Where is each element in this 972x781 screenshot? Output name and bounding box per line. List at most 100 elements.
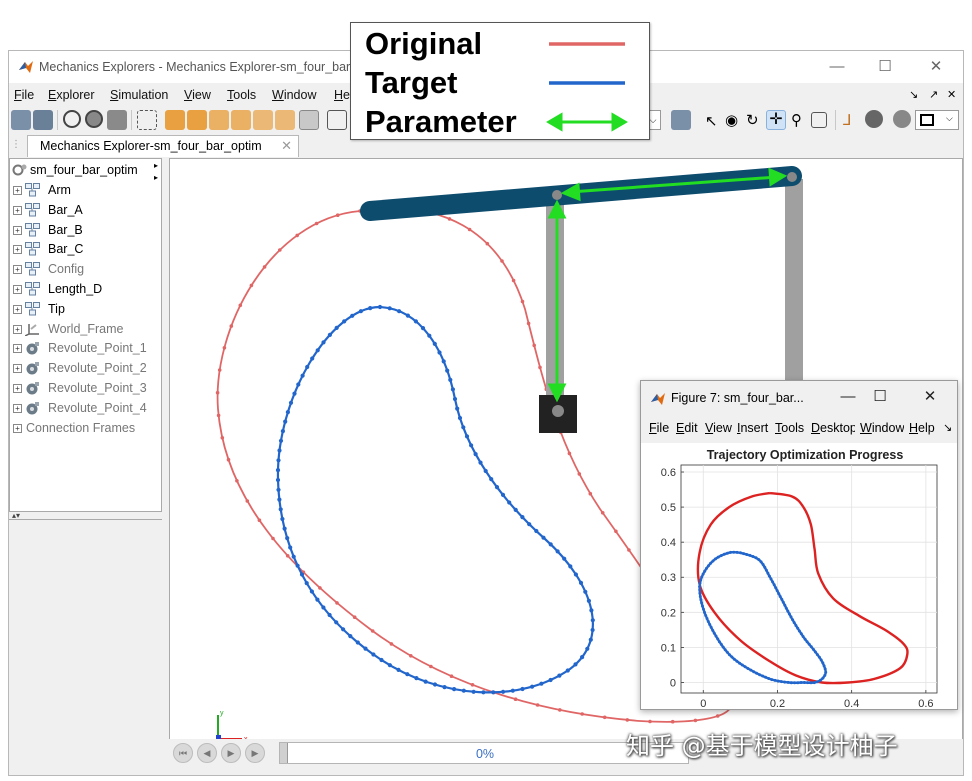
expand-icon[interactable]: + xyxy=(13,324,22,334)
tree-item-bar-c[interactable]: + Bar_C xyxy=(10,240,163,259)
tree-item-world-frame[interactable]: + World_Frame xyxy=(10,320,163,339)
drag-handle-icon[interactable]: ⋮ xyxy=(11,139,21,150)
figure-menu-view[interactable]: View xyxy=(705,421,732,435)
tab-mechanics-explorer[interactable]: Mechanics Explorer-sm_four_bar_optim ✕ xyxy=(27,135,299,157)
step-back-icon[interactable]: ◀ xyxy=(197,743,217,763)
expand-icon[interactable]: + xyxy=(13,285,22,294)
bar-c-link[interactable] xyxy=(785,179,803,409)
stop-icon[interactable] xyxy=(85,110,103,128)
splitter-arrows-icon[interactable]: ▴▾ xyxy=(12,511,20,520)
tree-root[interactable]: sm_four_bar_optim xyxy=(10,161,163,180)
expand-icon[interactable]: + xyxy=(13,245,22,255)
menu-explorer[interactable]: Explorer xyxy=(48,88,95,102)
rotate-icon[interactable]: ◉ xyxy=(725,111,738,129)
menu-window[interactable]: Window xyxy=(272,88,316,102)
figure-menu-help[interactable]: Help xyxy=(909,421,935,435)
dock-arrow-icon[interactable]: ↗ xyxy=(929,88,938,101)
expand-icon[interactable]: + xyxy=(13,403,22,413)
color-icon[interactable] xyxy=(893,110,911,128)
trajectory-chart[interactable]: Trajectory Optimization Progress 0 0.2 0.4… xyxy=(641,443,957,710)
pause-icon[interactable] xyxy=(63,110,81,128)
tree-item-length-d[interactable]: + Length_D xyxy=(10,280,163,299)
revolute-point-arm-bar-c[interactable] xyxy=(787,172,797,182)
tree-item-revolute-point-4[interactable]: + Revolute_Point_4 xyxy=(10,399,163,418)
figure-menu-desktop[interactable]: Desktop xyxy=(811,421,855,435)
right-view-icon[interactable] xyxy=(231,110,251,130)
single-tile-icon[interactable] xyxy=(327,110,347,130)
figure-menu-file[interactable]: File xyxy=(649,421,669,435)
expand-icon[interactable]: + xyxy=(13,304,22,314)
fit-to-view-icon[interactable] xyxy=(137,110,157,130)
menu-file[interactable]: File xyxy=(14,88,34,102)
save-view-as-icon[interactable] xyxy=(33,110,53,130)
trajectory-marker xyxy=(539,681,544,686)
expand-icon[interactable]: + xyxy=(13,225,22,235)
revolute-point-ground-left[interactable] xyxy=(552,405,564,417)
tree-item-bar-a[interactable]: + Bar_A xyxy=(10,201,163,220)
tree-item-revolute-point-3[interactable]: + Revolute_Point_3 xyxy=(10,379,163,398)
figure-minimize-button[interactable]: — xyxy=(837,387,859,407)
figure-close-button[interactable]: ✕ xyxy=(919,387,941,407)
step-forward-icon[interactable]: ▶ xyxy=(245,743,265,763)
front-view-icon[interactable] xyxy=(165,110,185,130)
left-view-icon[interactable] xyxy=(209,110,229,130)
menu-view[interactable]: View xyxy=(184,88,211,102)
lighting-icon[interactable] xyxy=(671,110,691,130)
expand-icon[interactable]: + xyxy=(13,344,22,354)
figure-menu-tools[interactable]: Tools xyxy=(775,421,804,435)
zoom-icon[interactable]: ⚲ xyxy=(791,111,802,129)
menu-tools[interactable]: Tools xyxy=(227,88,256,102)
bar-a-link[interactable] xyxy=(546,194,564,412)
figure-maximize-button[interactable]: ☐ xyxy=(869,387,891,407)
minimize-button[interactable]: — xyxy=(827,57,847,77)
figure-dock-arrow-icon[interactable]: ↘ xyxy=(943,421,952,434)
tab-close-icon[interactable]: ✕ xyxy=(281,138,292,154)
matlab-logo-icon xyxy=(19,61,33,73)
tree-item-revolute-point-1[interactable]: + Revolute_Point_1 xyxy=(10,339,163,358)
frames-icon[interactable]: ⅃ xyxy=(843,111,851,129)
figure-menu-edit[interactable]: Edit xyxy=(676,421,698,435)
panel-arrow-icon[interactable]: ▸ xyxy=(154,173,158,182)
tree-item-label: Length_D xyxy=(48,282,103,296)
tree-item-revolute-point-2[interactable]: + Revolute_Point_2 xyxy=(10,359,163,378)
expand-icon[interactable]: + xyxy=(13,205,22,215)
step-icon[interactable] xyxy=(107,110,127,130)
expand-icon[interactable]: + xyxy=(13,186,22,195)
roll-icon[interactable]: ↻ xyxy=(746,111,759,129)
select-pointer-icon[interactable]: ↖ xyxy=(705,112,718,130)
top-view-icon[interactable] xyxy=(253,110,273,130)
tree-item-bar-b[interactable]: + Bar_B xyxy=(10,221,163,240)
trajectory-marker xyxy=(285,410,290,415)
maximize-button[interactable]: ☐ xyxy=(875,57,895,77)
tree-item-arm[interactable]: + Arm xyxy=(10,181,163,200)
tree-item-config[interactable]: + Config xyxy=(10,260,163,279)
menu-simulation[interactable]: Simulation xyxy=(110,88,168,102)
expand-icon[interactable]: + xyxy=(13,423,22,433)
play-icon[interactable]: ▶ xyxy=(221,743,241,763)
background-dropdown[interactable]: ⌵ xyxy=(915,110,959,130)
tree-item-tip[interactable]: + Tip xyxy=(10,300,163,319)
revolute-point-arm-bar-a[interactable] xyxy=(552,190,562,200)
expand-icon[interactable]: + xyxy=(13,384,22,393)
isometric-view-icon[interactable] xyxy=(299,110,319,130)
figure-menu-insert[interactable]: Insert xyxy=(737,421,768,435)
figure-menu-window[interactable]: Window xyxy=(860,421,904,435)
bottom-view-icon[interactable] xyxy=(275,110,295,130)
zoom-box-icon[interactable] xyxy=(811,112,827,128)
save-view-icon[interactable] xyxy=(11,110,31,130)
expand-icon[interactable]: + xyxy=(13,364,22,374)
series-marker-1 xyxy=(797,629,801,633)
back-view-icon[interactable] xyxy=(187,110,207,130)
menu-help[interactable]: He xyxy=(334,88,350,102)
panel-arrow-icon[interactable]: ▸ xyxy=(154,161,158,170)
close-doc-icon[interactable]: ✕ xyxy=(947,88,956,101)
close-button[interactable]: ✕ xyxy=(926,57,946,77)
trajectory-marker xyxy=(501,689,506,694)
tree-item-connection-frames[interactable]: + Connection Frames xyxy=(10,419,163,438)
expand-icon[interactable]: + xyxy=(13,265,22,275)
series-marker-1 xyxy=(703,610,706,614)
undock-arrow-icon[interactable]: ↘ xyxy=(909,88,918,101)
pan-icon[interactable]: ✛ xyxy=(766,110,786,130)
rewind-icon[interactable]: ⏮ xyxy=(173,743,193,763)
center-of-mass-icon[interactable] xyxy=(865,110,883,128)
